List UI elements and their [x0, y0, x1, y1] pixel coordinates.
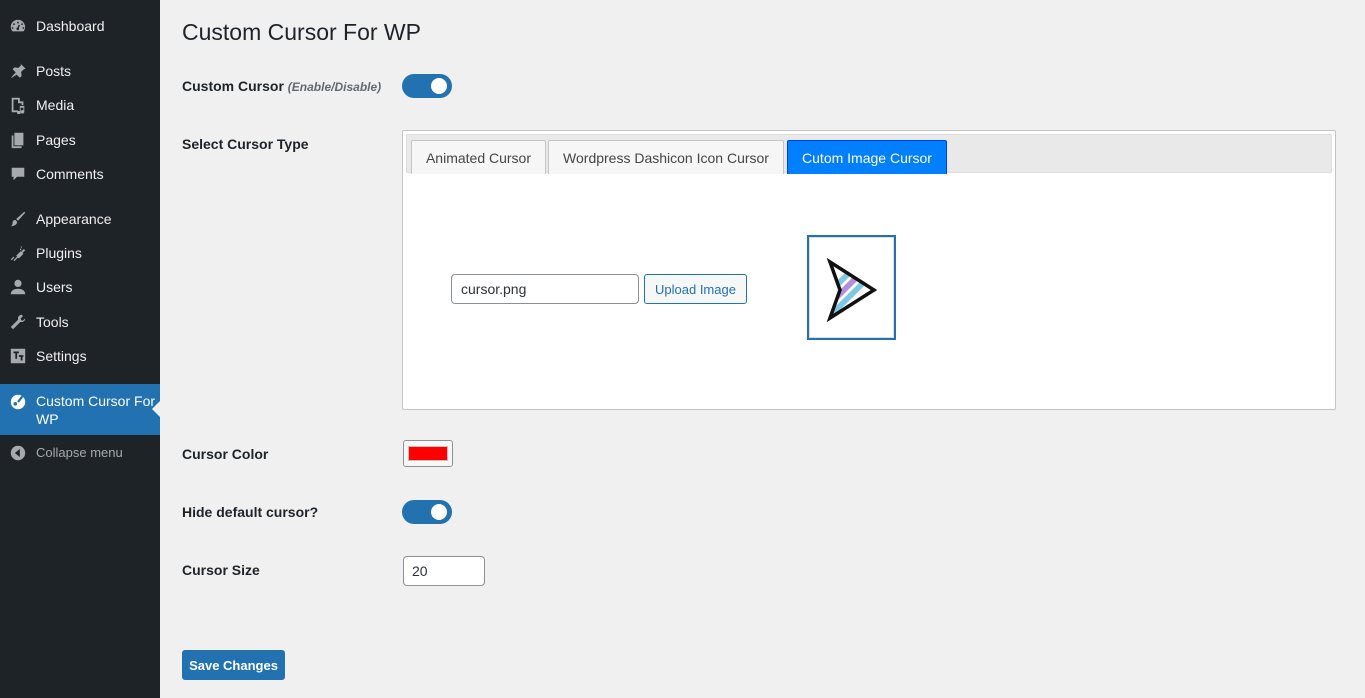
cursor-size-input[interactable]: 20 [403, 556, 485, 586]
toggle-knob [431, 78, 447, 94]
pages-icon [9, 131, 27, 149]
custom-cursor-hint: (Enable/Disable) [287, 80, 382, 94]
tab-dashicon-cursor[interactable]: Wordpress Dashicon Icon Cursor [548, 140, 784, 174]
dashboard-icon [9, 17, 27, 35]
hide-default-cursor-toggle[interactable] [402, 500, 452, 524]
admin-sidebar: Dashboard Posts Media Pages Comments App… [0, 0, 160, 698]
custom-cursor-label-text: Custom Cursor [182, 78, 284, 94]
sidebar-item-pages[interactable]: Pages [0, 131, 160, 149]
sidebar-item-label: Settings [36, 348, 87, 364]
sidebar-item-label: Comments [36, 166, 104, 182]
media-icon [9, 96, 27, 114]
hide-default-cursor-label: Hide default cursor? [182, 504, 319, 520]
wrench-icon [9, 313, 27, 331]
sidebar-item-label: Posts [36, 63, 72, 79]
pushpin-icon [9, 62, 27, 80]
sidebar-item-settings[interactable]: Settings [0, 347, 160, 365]
color-swatch-fill [408, 446, 448, 461]
upload-image-button[interactable]: Upload Image [644, 274, 747, 304]
plugins-icon [9, 244, 27, 262]
sidebar-item-posts[interactable]: Posts [0, 62, 160, 80]
cursor-color-label: Cursor Color [182, 446, 269, 462]
save-changes-button[interactable]: Save Changes [182, 650, 285, 680]
cursor-arrow-icon [826, 257, 877, 322]
users-icon [9, 278, 27, 296]
sidebar-item-label: Plugins [36, 245, 82, 261]
sidebar-item-label: Custom Cursor For WP [36, 393, 156, 427]
sidebar-item-plugins[interactable]: Plugins [0, 244, 160, 262]
sidebar-item-label: Tools [36, 314, 69, 330]
cursor-image-preview [807, 235, 896, 340]
toggle-knob [431, 504, 447, 520]
collapse-arrow-icon [9, 444, 27, 462]
tab-animated-cursor[interactable]: Animated Cursor [411, 140, 546, 174]
cursor-size-label: Cursor Size [182, 562, 260, 578]
sidebar-item-appearance[interactable]: Appearance [0, 210, 160, 228]
custom-cursor-toggle[interactable] [402, 74, 452, 98]
collapse-menu-label: Collapse menu [36, 445, 123, 460]
sidebar-item-label: Media [36, 97, 75, 113]
paintbrush-icon [9, 210, 27, 228]
sidebar-item-users[interactable]: Users [0, 278, 160, 296]
comments-icon [9, 165, 27, 183]
cursor-color-picker[interactable] [403, 440, 453, 467]
sidebar-item-dashboard[interactable]: Dashboard [0, 17, 160, 35]
sidebar-item-label: Dashboard [36, 18, 105, 34]
sidebar-item-comments[interactable]: Comments [0, 165, 160, 183]
sidebar-item-tools[interactable]: Tools [0, 313, 160, 331]
collapse-menu-button[interactable]: Collapse menu [0, 444, 160, 462]
page-title: Custom Cursor For WP [182, 19, 421, 45]
cursor-plugin-icon [9, 393, 27, 411]
sidebar-item-label: Pages [36, 132, 76, 148]
sidebar-item-label: Users [36, 279, 73, 295]
cursor-type-tabs-panel: Animated Cursor Wordpress Dashicon Icon … [402, 130, 1336, 410]
tab-strip: Animated Cursor Wordpress Dashicon Icon … [406, 134, 1332, 174]
image-file-field[interactable]: cursor.png [451, 274, 639, 304]
sidebar-item-custom-cursor[interactable]: Custom Cursor For WP [0, 384, 160, 435]
sidebar-item-label: Appearance [36, 211, 112, 227]
sidebar-item-media[interactable]: Media [0, 96, 160, 114]
custom-cursor-label: Custom Cursor (Enable/Disable) [182, 78, 381, 94]
tab-custom-image-cursor[interactable]: Cutom Image Cursor [787, 140, 947, 174]
cursor-type-label: Select Cursor Type [182, 136, 309, 152]
settings-icon [9, 347, 27, 365]
